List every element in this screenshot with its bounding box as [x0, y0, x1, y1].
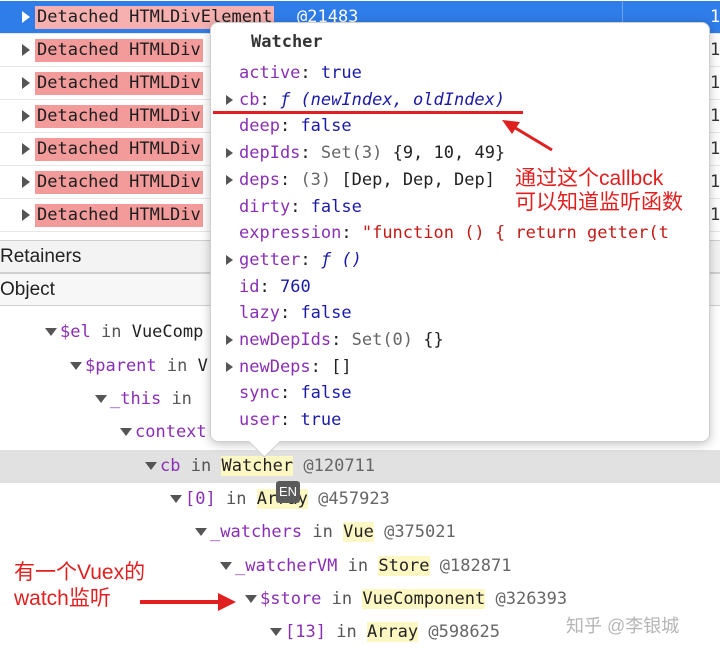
arrow-to-cb-icon — [502, 120, 553, 152]
zhihu-watermark: 知乎 @李银城 — [566, 616, 680, 636]
arrow-to-store-icon — [140, 593, 236, 611]
vuex-annotation-line2: watch监听 — [14, 587, 111, 610]
ime-en-badge: EN — [276, 481, 300, 503]
callback-annotation-line2: 可以知道监听函数 — [515, 191, 683, 214]
annotation-arrows — [140, 120, 553, 611]
vuex-annotation-line1: 有一个Vuex的 — [14, 561, 146, 584]
callback-annotation-line1: 通过这个callbck — [515, 167, 664, 190]
